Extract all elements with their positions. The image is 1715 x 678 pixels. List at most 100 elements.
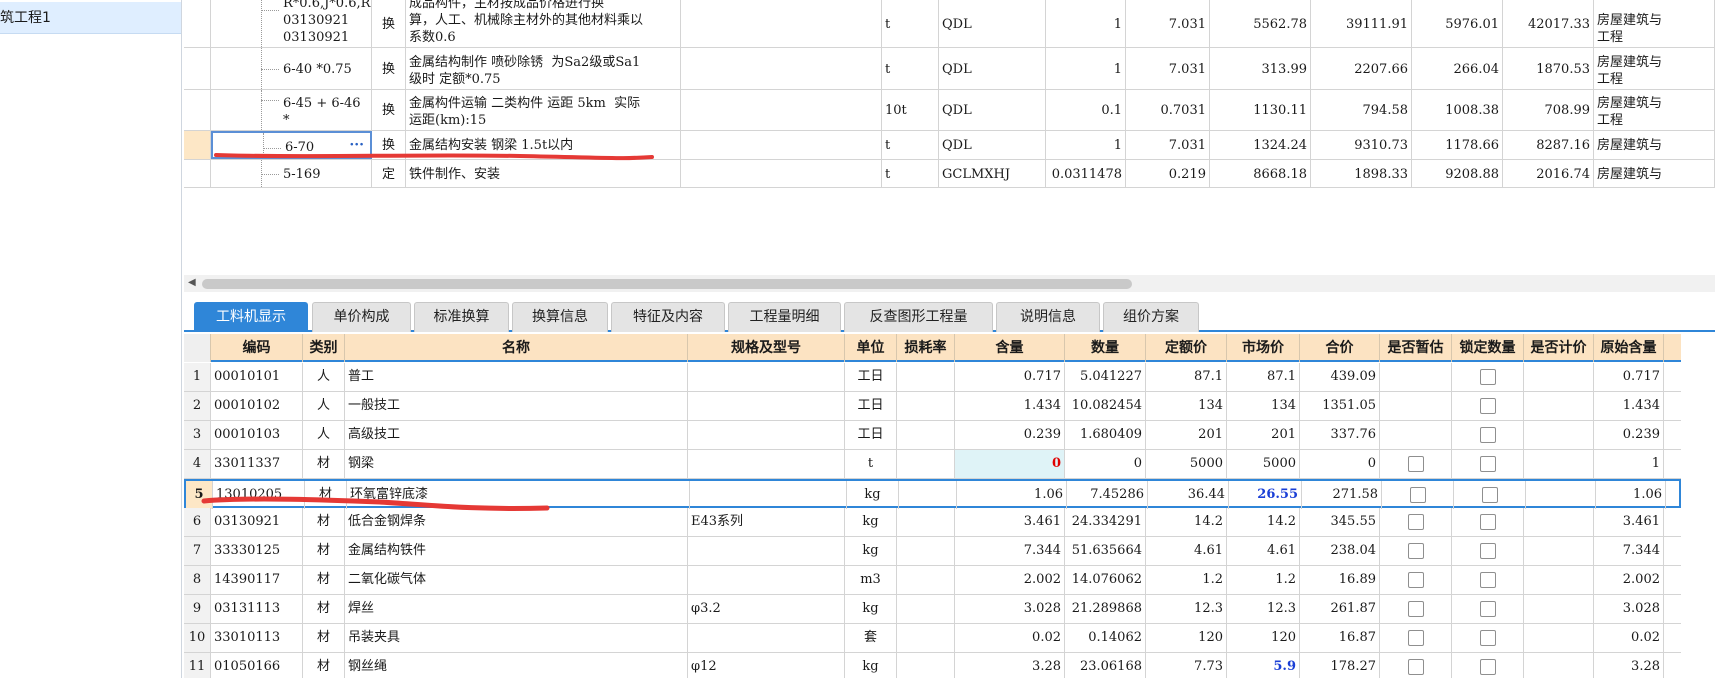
material-quota-cell[interactable]: 201 (1146, 421, 1227, 449)
material-loss-cell[interactable] (897, 421, 955, 449)
row-selector[interactable] (184, 48, 211, 89)
material-unit-cell[interactable]: 套 (845, 624, 897, 652)
row-selector[interactable] (184, 0, 211, 47)
is-priced-cell[interactable] (1524, 653, 1594, 678)
material-content-cell[interactable]: 3.461 (955, 508, 1065, 536)
material-loss-cell[interactable] (897, 653, 955, 678)
material-qty-cell[interactable]: 24.334291 (1065, 508, 1146, 536)
material-cat-cell[interactable]: 材 (303, 566, 345, 594)
material-name-cell[interactable]: 高级技工 (345, 421, 688, 449)
tab-2[interactable]: 标准换算 (414, 302, 509, 332)
material-quota-cell[interactable]: 5000 (1146, 450, 1227, 478)
material-spec-cell[interactable] (688, 566, 845, 594)
material-row[interactable]: 10 33010113 材吊装夹具套 0.02 0.14062 120 120 16.87 0.… (184, 624, 1681, 653)
material-unit-cell[interactable]: kg (845, 508, 897, 536)
lock-quantity-checkbox[interactable] (1479, 629, 1496, 646)
material-cat-cell[interactable]: 人 (303, 363, 345, 391)
material-qty-cell[interactable]: 14.076062 (1065, 566, 1146, 594)
material-code-cell[interactable]: 13010205 (213, 481, 305, 509)
material-n-cell[interactable]: 1 (184, 363, 211, 391)
material-code-cell[interactable]: 00010101 (211, 363, 303, 391)
quota-code-cell[interactable]: ··· 6-70 (211, 131, 372, 159)
material-est-cell[interactable] (1380, 421, 1452, 449)
column-header[interactable]: 单位 (845, 334, 897, 362)
material-loss-cell[interactable] (897, 537, 955, 565)
scrollbar-thumb[interactable] (202, 279, 1132, 289)
tab-1[interactable]: 单价构成 (312, 302, 411, 332)
horizontal-scrollbar[interactable]: ◀ (184, 275, 1715, 292)
material-market-cell[interactable]: 5.9 (1227, 653, 1300, 678)
material-code-cell[interactable]: 00010103 (211, 421, 303, 449)
material-loss-cell[interactable] (897, 392, 955, 420)
lock-quantity-checkbox[interactable] (1479, 513, 1496, 530)
material-name-cell[interactable]: 一般技工 (345, 392, 688, 420)
material-unit-cell[interactable]: 工日 (845, 363, 897, 391)
is-priced-cell[interactable] (1524, 537, 1594, 565)
quota-code-cell[interactable]: 5-169 (211, 160, 372, 187)
is-priced-cell[interactable] (1524, 508, 1594, 536)
material-est-cell[interactable] (1380, 392, 1452, 420)
material-code-cell[interactable]: 14390117 (211, 566, 303, 594)
column-header[interactable]: 编码 (211, 334, 303, 362)
is-priced-cell[interactable] (1524, 450, 1594, 478)
material-sum-cell[interactable]: 261.87 (1300, 595, 1380, 623)
provisional-checkbox[interactable] (1407, 542, 1424, 559)
material-market-cell[interactable]: 120 (1227, 624, 1300, 652)
material-cat-cell[interactable]: 材 (303, 450, 345, 478)
material-name-cell[interactable]: 低合金钢焊条 (345, 508, 688, 536)
lock-quantity-checkbox[interactable] (1479, 571, 1496, 588)
quota-code-cell[interactable]: 6-40 *0.75 (211, 48, 372, 89)
material-lock-cell[interactable] (1452, 537, 1524, 565)
material-loss-cell[interactable] (897, 595, 955, 623)
material-unit-cell[interactable]: m3 (845, 566, 897, 594)
material-spec-cell[interactable]: φ12 (688, 653, 845, 678)
material-spec-cell[interactable] (688, 421, 845, 449)
material-qty-cell[interactable]: 21.289868 (1065, 595, 1146, 623)
material-lock-cell[interactable] (1452, 421, 1524, 449)
column-header[interactable]: 数量 (1065, 334, 1146, 362)
column-header[interactable]: 含量 (955, 334, 1065, 362)
material-name-cell[interactable]: 吊装夹具 (345, 624, 688, 652)
provisional-checkbox[interactable] (1407, 658, 1424, 675)
column-header[interactable]: 锁定数量 (1452, 334, 1524, 362)
material-sum-cell[interactable]: 337.76 (1300, 421, 1380, 449)
material-spec-cell[interactable] (690, 481, 847, 509)
material-loss-cell[interactable] (897, 363, 955, 391)
material-n-cell[interactable]: 8 (184, 566, 211, 594)
material-cat-cell[interactable]: 材 (305, 481, 347, 509)
is-priced-cell[interactable] (1524, 392, 1594, 420)
material-row[interactable]: 8 14390117 材二氧化碳气体 m3 2.002 14.076062 1.2 1.2 16… (184, 566, 1681, 595)
material-name-cell[interactable]: 二氧化碳气体 (345, 566, 688, 594)
column-header[interactable]: 是否暂估 (1380, 334, 1452, 362)
material-n-cell[interactable]: 5 (186, 481, 213, 509)
material-market-cell[interactable]: 201 (1227, 421, 1300, 449)
tab-8[interactable]: 组价方案 (1103, 302, 1199, 332)
material-row[interactable]: 3 00010103 人高级技工 工日 0.239 1.680409 201 201 337.7… (184, 421, 1681, 450)
material-n-cell[interactable]: 2 (184, 392, 211, 420)
material-name-cell[interactable]: 金属结构铁件 (345, 537, 688, 565)
material-content-cell[interactable]: 3.028 (955, 595, 1065, 623)
column-header[interactable]: 规格及型号 (688, 334, 845, 362)
material-content-cell[interactable]: 0 (955, 450, 1065, 478)
quota-code-cell[interactable]: R*0.6,J*0.6,R 03130921 03130921 *0… (211, 0, 372, 47)
material-content-cell[interactable]: 2.002 (955, 566, 1065, 594)
material-lock-cell[interactable] (1452, 653, 1524, 678)
material-orig-cell[interactable]: 1.06 (1596, 481, 1666, 509)
quota-row[interactable]: 5-169 定铁件制作、安装 t GCLMXHJ 0.0311478 0.219 8668.… (184, 160, 1715, 188)
material-n-cell[interactable]: 6 (184, 508, 211, 536)
material-est-cell[interactable] (1380, 450, 1452, 478)
material-market-cell[interactable]: 26.55 (1229, 481, 1302, 509)
material-loss-cell[interactable] (897, 508, 955, 536)
material-code-cell[interactable]: 33011337 (211, 450, 303, 478)
material-n-cell[interactable]: 11 (184, 653, 211, 678)
material-loss-cell[interactable] (897, 450, 955, 478)
material-content-cell[interactable]: 1.06 (957, 481, 1067, 509)
material-est-cell[interactable] (1380, 595, 1452, 623)
scroll-left-icon[interactable]: ◀ (188, 277, 196, 288)
material-orig-cell[interactable]: 3.28 (1594, 653, 1664, 678)
material-qty-cell[interactable]: 10.082454 (1065, 392, 1146, 420)
material-cat-cell[interactable]: 材 (303, 595, 345, 623)
material-sum-cell[interactable]: 238.04 (1300, 537, 1380, 565)
material-quota-cell[interactable]: 120 (1146, 624, 1227, 652)
lock-quantity-checkbox[interactable] (1479, 600, 1496, 617)
